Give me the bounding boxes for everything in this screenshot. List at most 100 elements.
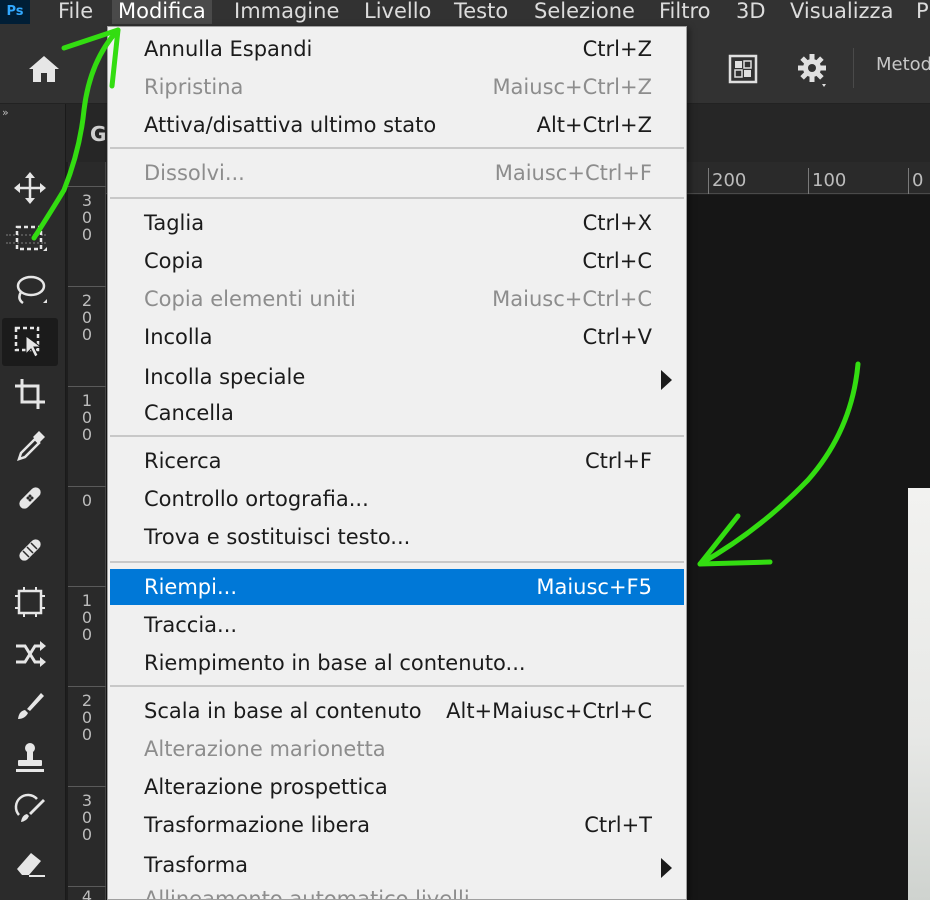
- ruler-label: 200: [81, 291, 93, 344]
- menu-livello[interactable]: Livello: [358, 0, 437, 24]
- ruler-tick: [708, 168, 709, 194]
- marquee-tool[interactable]: [2, 214, 58, 262]
- menu-item-label: Incolla speciale: [144, 365, 306, 389]
- ruler-tick: [68, 186, 106, 187]
- menu-item-riempi[interactable]: Riempi... Maiusc+F5: [110, 569, 684, 605]
- brush-tool[interactable]: [2, 682, 58, 730]
- move-icon: [14, 172, 46, 204]
- menu-item-label: Copia elementi uniti: [144, 287, 356, 311]
- ruler-label: 100: [81, 591, 93, 644]
- menu-bar: Ps File Modifica Immagine Livello Testo …: [0, 0, 930, 24]
- ruler-tick: [68, 286, 106, 287]
- eyedropper-tool[interactable]: [2, 422, 58, 470]
- menu-item-ripristina[interactable]: Ripristina Maiusc+Ctrl+Z: [110, 69, 684, 105]
- content-aware-move-tool[interactable]: [2, 630, 58, 678]
- menu-item-label: Allineamento automatico livelli: [144, 887, 470, 900]
- lasso-icon: [16, 275, 47, 305]
- eraser-icon: [17, 853, 45, 877]
- ruler-label: 200: [712, 170, 747, 191]
- ruler-label: 300: [81, 191, 93, 244]
- menu-item-trova-sostituisci[interactable]: Trova e sostituisci testo...: [110, 519, 684, 555]
- menu-item-annulla[interactable]: Annulla Espandi Ctrl+Z: [110, 31, 684, 67]
- menu-item-riempimento-contenuto[interactable]: Riempimento in base al contenuto...: [110, 645, 684, 681]
- menu-item-allineamento-automatico[interactable]: Allineamento automatico livelli: [110, 881, 684, 900]
- shuffle-icon: [16, 641, 46, 667]
- gear-icon[interactable]: [796, 52, 832, 88]
- menu-item-label: Trasformazione libera: [144, 813, 371, 837]
- menu-item-shortcut: Maiusc+Ctrl+F: [494, 161, 652, 185]
- menu-item-incolla[interactable]: Incolla Ctrl+V: [110, 319, 684, 355]
- menu-item-label: Ripristina: [144, 75, 244, 99]
- lasso-tool[interactable]: [2, 266, 58, 314]
- menu-visualizza[interactable]: Visualizza: [784, 0, 899, 24]
- menu-item-cancella[interactable]: Cancella: [110, 395, 684, 431]
- menu-separator: [110, 197, 684, 199]
- menu-modifica[interactable]: Modifica: [112, 0, 212, 24]
- ruler-vertical[interactable]: 300 200 100 0 100 200 300 4: [68, 162, 106, 900]
- document-image[interactable]: [908, 488, 930, 900]
- menu-file[interactable]: File: [52, 0, 99, 24]
- clone-stamp-tool[interactable]: [2, 734, 58, 782]
- submenu-arrow-icon: [661, 370, 672, 390]
- menu-item-shortcut: Ctrl+C: [582, 249, 652, 273]
- content-aware-tool[interactable]: [2, 578, 58, 626]
- menu-item-shortcut: Maiusc+F5: [536, 575, 652, 599]
- menu-testo[interactable]: Testo: [448, 0, 514, 24]
- move-tool[interactable]: [2, 164, 58, 212]
- menu-item-toggle-last-state[interactable]: Attiva/disattiva ultimo stato Alt+Ctrl+Z: [110, 107, 684, 143]
- menu-item-shortcut: Ctrl+F: [584, 449, 652, 473]
- menu-item-label: Riempimento in base al contenuto...: [144, 651, 526, 675]
- menu-item-shortcut: Alt+Ctrl+Z: [536, 113, 652, 137]
- document-tab[interactable]: G: [90, 122, 106, 146]
- menu-item-trasforma[interactable]: Trasforma: [110, 847, 684, 883]
- menu-item-dissolvi[interactable]: Dissolvi... Maiusc+Ctrl+F: [110, 155, 684, 191]
- ruler-label: 0: [912, 170, 924, 191]
- menu-item-scala-contenuto[interactable]: Scala in base al contenuto Alt+Maiusc+Ctr…: [110, 693, 684, 729]
- menu-item-incolla-speciale[interactable]: Incolla speciale: [110, 359, 684, 395]
- stamp-icon: [16, 743, 44, 772]
- ruler-tick: [68, 786, 106, 787]
- menu-item-shortcut: Maiusc+Ctrl+Z: [492, 75, 652, 99]
- workspace-icon[interactable]: [728, 54, 758, 84]
- photoshop-logo[interactable]: Ps: [0, 0, 30, 24]
- menu-item-traccia[interactable]: Traccia...: [110, 607, 684, 643]
- ruler-tick: [908, 168, 909, 194]
- menu-item-alterazione-marionetta[interactable]: Alterazione marionetta: [110, 731, 684, 767]
- ruler-label: 100: [812, 170, 847, 191]
- menu-item-taglia[interactable]: Taglia Ctrl+X: [110, 205, 684, 241]
- healing-tool[interactable]: [2, 526, 58, 574]
- menu-item-trasformazione-libera[interactable]: Trasformazione libera Ctrl+T: [110, 807, 684, 843]
- eraser-tool[interactable]: [2, 838, 58, 886]
- history-brush-tool[interactable]: [2, 786, 58, 834]
- menu-item-copia-elementi-uniti[interactable]: Copia elementi uniti Maiusc+Ctrl+C: [110, 281, 684, 317]
- menu-3d[interactable]: 3D: [730, 0, 772, 24]
- tools-panel: »: [0, 104, 66, 900]
- home-icon: [29, 56, 59, 82]
- menu-separator: [110, 435, 684, 437]
- menu-immagine[interactable]: Immagine: [228, 0, 345, 24]
- menu-item-alterazione-prospettica[interactable]: Alterazione prospettica: [110, 769, 684, 805]
- ruler-label: 200: [81, 691, 93, 744]
- menu-item-label: Riempi...: [144, 575, 237, 599]
- home-button[interactable]: [14, 44, 74, 94]
- menu-item-shortcut: Ctrl+X: [582, 211, 652, 235]
- collapse-panel-icon[interactable]: »: [2, 106, 9, 119]
- menu-item-label: Dissolvi...: [144, 161, 245, 185]
- menu-item-controllo-ortografia[interactable]: Controllo ortografia...: [110, 481, 684, 517]
- edit-menu-dropdown: Annulla Espandi Ctrl+Z Ripristina Maiusc+C…: [107, 26, 687, 900]
- spot-healing-tool[interactable]: [2, 474, 58, 522]
- menu-filtro[interactable]: Filtro: [653, 0, 716, 24]
- object-selection-icon: [14, 326, 43, 358]
- menu-item-label: Alterazione prospettica: [144, 775, 388, 799]
- options-separator: [853, 48, 854, 88]
- menu-item-shortcut: Ctrl+Z: [582, 37, 652, 61]
- spot-healing-icon: [19, 487, 41, 509]
- menu-item-copia[interactable]: Copia Ctrl+C: [110, 243, 684, 279]
- crop-tool[interactable]: [2, 370, 58, 418]
- eyedropper-icon: [17, 431, 45, 461]
- menu-item-ricerca[interactable]: Ricerca Ctrl+F: [110, 443, 684, 479]
- menu-item-label: Incolla: [144, 325, 213, 349]
- object-selection-tool[interactable]: [2, 318, 58, 366]
- menu-selezione[interactable]: Selezione: [528, 0, 641, 24]
- menu-partial[interactable]: P: [910, 0, 930, 24]
